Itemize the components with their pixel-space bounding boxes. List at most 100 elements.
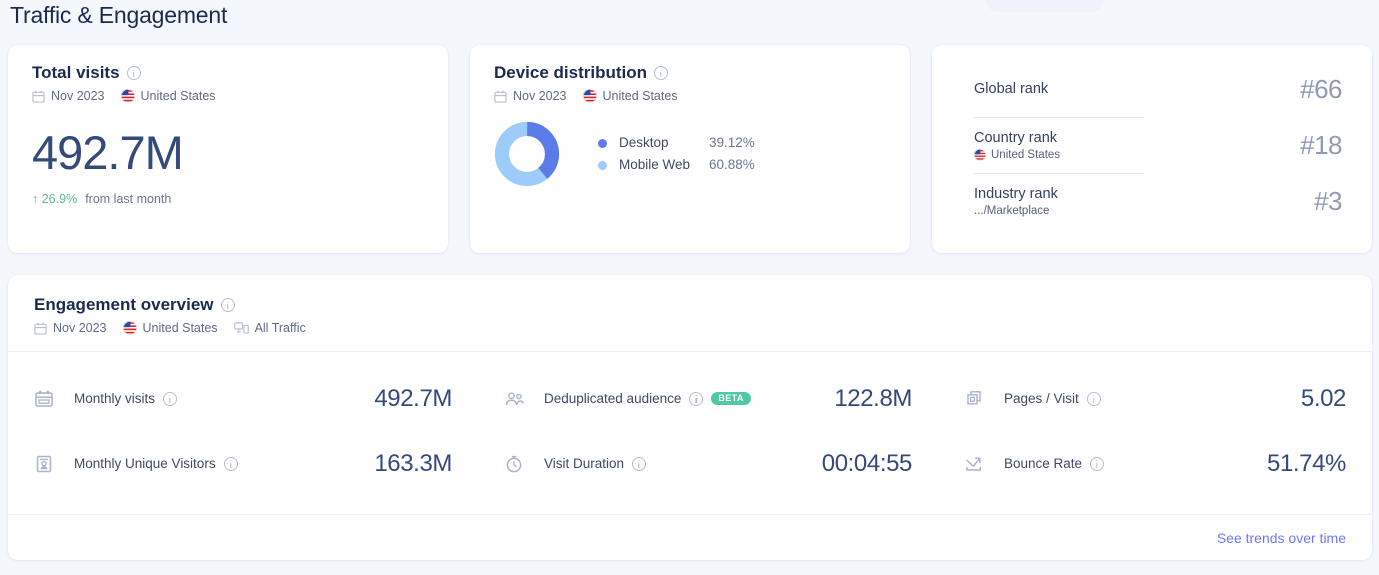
pages-icon — [964, 389, 990, 409]
engagement-title: Engagement overview — [34, 295, 214, 314]
bounce-arrow-icon — [964, 454, 990, 474]
rank-meta-country: United States — [974, 148, 1060, 161]
rank-value-industry: #3 — [1314, 185, 1342, 216]
rank-label-industry: Industry rank — [974, 185, 1058, 202]
calendar-icon — [32, 90, 45, 103]
rank-card: Global rank #66 Country rank United Stat… — [932, 45, 1372, 253]
metric-value-visit-duration: 00:04:55 — [821, 449, 913, 477]
metric-label-monthly-visits: Monthly visits — [74, 391, 178, 406]
info-circle-icon[interactable] — [126, 66, 141, 80]
visitor-card-icon — [34, 454, 60, 474]
device-distribution-date: Nov 2023 — [513, 89, 567, 103]
people-icon — [504, 389, 530, 409]
engagement-metrics-grid: Monthly visits 492.7M Monthly Unique Vis… — [8, 352, 1372, 514]
engagement-filters: Nov 2023 United States All Traffic — [34, 321, 1346, 335]
partial-chip-above — [985, 0, 1105, 12]
devices-icon — [233, 322, 249, 334]
engagement-footer: See trends over time — [8, 515, 1372, 560]
metric-text: Monthly Unique Visitors — [74, 456, 216, 471]
metric-monthly-visits: Monthly visits 492.7M — [34, 366, 452, 431]
engagement-header: Engagement overview — [34, 295, 1346, 315]
us-flag-icon — [122, 321, 137, 335]
info-circle-icon[interactable] — [689, 391, 704, 406]
rank-row-global: Global rank #66 — [974, 61, 1342, 117]
metric-text: Visit Duration — [544, 456, 625, 471]
metric-monthly-unique-visitors: Monthly Unique Visitors 163.3M — [34, 431, 452, 496]
total-visits-header: Total visits — [32, 63, 424, 83]
rank-row-country: Country rank United States #18 — [974, 117, 1342, 173]
rank-value-global: #66 — [1300, 73, 1342, 104]
calendar-icon — [34, 322, 47, 335]
metric-value-monthly-unique-visitors: 163.3M — [374, 449, 452, 477]
engagement-column-3: Pages / Visit 5.02 Bounce Rate 51.74% — [938, 366, 1372, 496]
legend-dot-desktop — [598, 138, 607, 148]
see-trends-over-time-link[interactable]: See trends over time — [1217, 530, 1346, 546]
metric-value-deduplicated-audience: 122.8M — [834, 384, 912, 412]
info-circle-icon[interactable] — [1086, 391, 1101, 406]
metric-bounce-rate: Bounce Rate 51.74% — [964, 431, 1346, 496]
rank-value-country: #18 — [1300, 129, 1342, 160]
calendar-icon — [494, 90, 507, 103]
engagement-column-1: Monthly visits 492.7M Monthly Unique Vis… — [8, 366, 478, 496]
total-visits-delta-caption: from last month — [85, 192, 172, 206]
total-visits-delta: ↑ 26.9% — [32, 192, 77, 206]
metric-label-pages-per-visit: Pages / Visit — [1004, 391, 1101, 406]
rank-meta-industry: .../Marketplace — [974, 205, 1058, 217]
device-distribution-filters: Nov 2023 United States — [494, 89, 886, 103]
metric-label-deduplicated-audience: Deduplicated audience BETA — [544, 391, 751, 406]
info-circle-icon[interactable] — [1090, 456, 1105, 471]
info-circle-icon[interactable] — [632, 456, 647, 471]
device-distribution-title: Device distribution — [494, 63, 648, 82]
us-flag-icon — [120, 89, 135, 103]
legend-label-mobile-web: Mobile Web — [619, 157, 691, 172]
device-distribution-country: United States — [602, 89, 678, 103]
metric-visit-duration: Visit Duration 00:04:55 — [504, 431, 912, 496]
engagement-date: Nov 2023 — [53, 321, 107, 335]
total-visits-change: ↑ 26.9% from last month — [32, 192, 424, 206]
engagement-column-2: Deduplicated audience BETA 122.8M Visit … — [478, 366, 938, 496]
metric-label-monthly-unique-visitors: Monthly Unique Visitors — [74, 456, 238, 471]
metric-text: Monthly visits — [74, 391, 156, 406]
legend-label-desktop: Desktop — [619, 135, 669, 150]
info-circle-icon[interactable] — [163, 391, 178, 406]
engagement-country: United States — [142, 321, 218, 335]
device-distribution-header: Device distribution — [494, 63, 886, 83]
legend-item-mobile-web: Mobile Web 60.88% — [598, 154, 755, 176]
page-title: Traffic & Engagement — [10, 2, 228, 28]
total-visits-value: 492.7M — [32, 126, 184, 179]
traffic-engagement-page: Traffic & Engagement Total visits Nov 20… — [0, 0, 1379, 575]
metric-label-bounce-rate: Bounce Rate — [1004, 456, 1105, 471]
total-visits-filters: Nov 2023 United States — [32, 89, 424, 103]
rank-label-country: Country rank — [974, 129, 1058, 146]
device-donut-chart — [494, 121, 560, 187]
info-circle-icon[interactable] — [223, 456, 238, 471]
metric-pages-per-visit: Pages / Visit 5.02 — [964, 366, 1346, 431]
metric-value-bounce-rate: 51.74% — [1267, 449, 1346, 477]
rank-industry-path: .../Marketplace — [974, 204, 1050, 217]
metric-text: Pages / Visit — [1004, 391, 1079, 406]
engagement-traffic-type: All Traffic — [254, 321, 306, 335]
info-circle-icon[interactable] — [654, 66, 669, 80]
beta-badge: BETA — [711, 391, 751, 406]
up-arrow-icon: ↑ — [32, 192, 39, 206]
us-flag-icon — [582, 89, 597, 103]
total-visits-country: United States — [140, 89, 216, 103]
total-visits-delta-value: 26.9% — [41, 192, 78, 206]
engagement-overview-card: Engagement overview Nov 2023 United Stat… — [8, 275, 1372, 560]
calendar-icon — [34, 389, 60, 409]
metric-value-monthly-visits: 492.7M — [374, 384, 452, 412]
rank-label-global: Global rank — [974, 81, 1049, 97]
device-legend: Desktop 39.12% Mobile Web 60.88% — [598, 132, 755, 176]
metric-label-visit-duration: Visit Duration — [544, 456, 647, 471]
metric-text: Deduplicated audience — [544, 391, 682, 406]
legend-dot-mobile-web — [598, 160, 607, 170]
legend-value-desktop: 39.12% — [709, 135, 755, 150]
total-visits-date: Nov 2023 — [51, 89, 105, 103]
info-circle-icon[interactable] — [220, 298, 235, 312]
clock-icon — [504, 454, 530, 474]
metric-text: Bounce Rate — [1004, 456, 1083, 471]
total-visits-card: Total visits Nov 2023 United States 492.… — [8, 45, 448, 253]
total-visits-title: Total visits — [32, 63, 120, 82]
device-distribution-card: Device distribution Nov 2023 United Stat… — [470, 45, 910, 253]
us-flag-icon — [974, 148, 986, 161]
